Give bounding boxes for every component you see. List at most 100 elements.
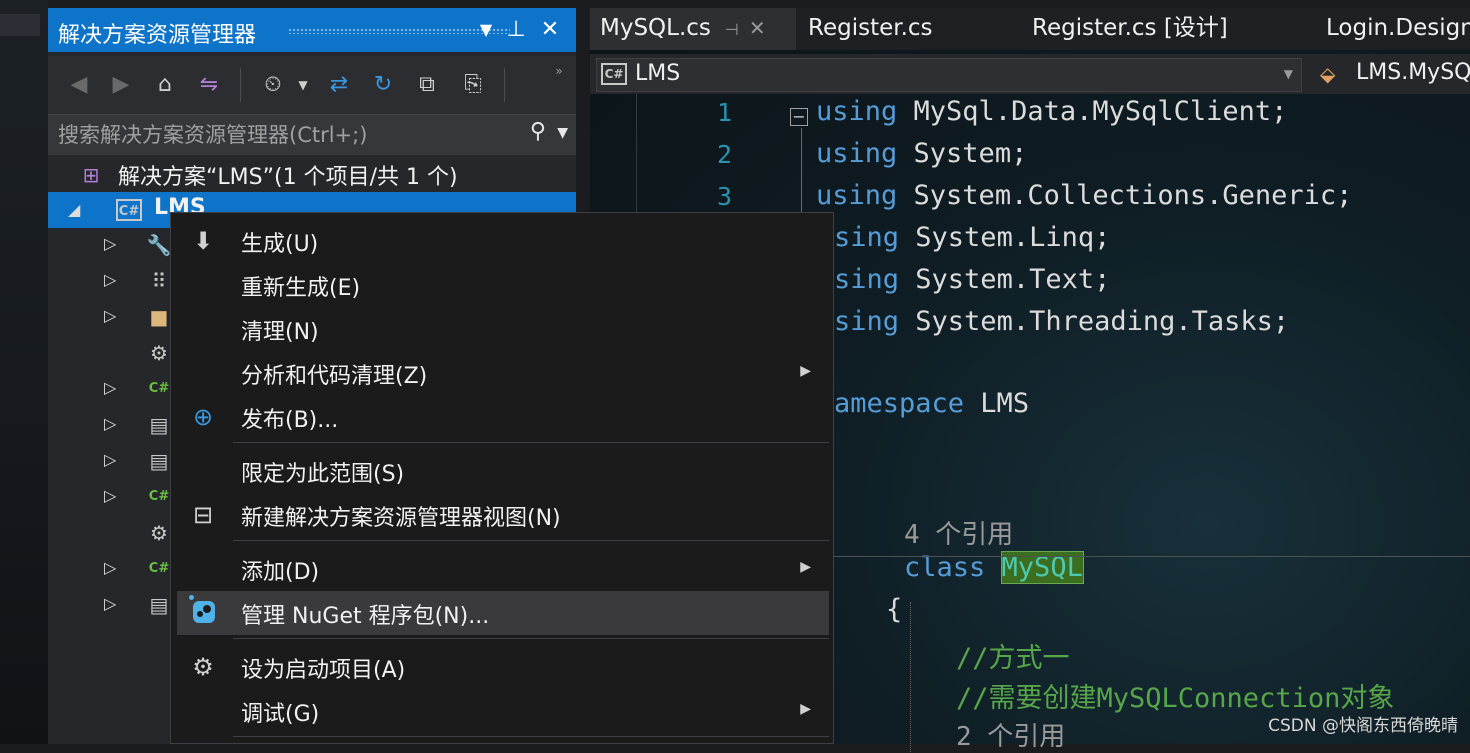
sync-icon[interactable]: ⇄ — [324, 70, 354, 100]
new-view-icon: ⊟ — [192, 501, 214, 529]
folder-icon: ■ — [149, 305, 169, 329]
search-icon[interactable]: ⚲ — [530, 119, 546, 144]
build-icon: ⬇ — [192, 227, 214, 255]
tab-label: Register.cs — [808, 15, 933, 41]
code-line: { — [886, 594, 903, 625]
code-line: sing System.Threading.Tasks; — [834, 306, 1290, 337]
tab-label: MySQL.cs — [600, 15, 711, 41]
chevron-down-icon[interactable]: ▼ — [288, 70, 318, 100]
csharp-project-icon: C# — [601, 63, 627, 85]
class-icon: ⬙ — [1320, 62, 1336, 86]
code-comment: //方式一 — [956, 643, 1070, 674]
submenu-arrow-icon: ▶ — [800, 559, 811, 575]
expand-arrow-icon[interactable]: ▷ — [104, 270, 116, 289]
method-separator — [834, 556, 1470, 557]
menu-item-analyze[interactable]: 分析和代码清理(Z) ▶ — [177, 351, 829, 395]
form-icon: ▤ — [149, 449, 169, 473]
globe-icon: ⊕ — [192, 403, 214, 431]
expand-arrow-icon[interactable]: ▷ — [104, 414, 116, 433]
tab-login-designer[interactable]: Login.Designer — [1326, 8, 1470, 50]
collapse-region-icon[interactable]: − — [790, 108, 808, 126]
tab-label: Login.Designer — [1326, 15, 1470, 41]
document-tabs: MySQL.cs ⊣ ✕ Register.cs Register.cs [设计] … — [590, 8, 1470, 50]
submenu-arrow-icon: ▶ — [800, 701, 811, 717]
menu-item-scope[interactable]: 限定为此范围(S) — [177, 449, 829, 493]
pin-icon[interactable]: ⊥ — [502, 15, 530, 45]
refresh-icon[interactable]: ↻ — [368, 70, 398, 100]
watermark: CSDN @快阁东西倚晚晴 — [1268, 716, 1458, 736]
chevron-down-icon: ▼ — [1283, 67, 1293, 81]
tab-register-design[interactable]: Register.cs [设计] — [1032, 8, 1228, 50]
project-dropdown[interactable]: C# LMS ▼ — [596, 58, 1302, 92]
code-line: sing System.Text; — [834, 264, 1111, 295]
menu-item-manage-nuget[interactable]: 管理 NuGet 程序包(N)... — [177, 591, 829, 635]
tab-register-cs[interactable]: Register.cs — [808, 8, 933, 50]
config-file-icon: ⚙ — [150, 521, 168, 545]
navigation-bar: C# LMS ▼ ⬙ LMS.MySQL — [590, 54, 1470, 94]
expand-arrow-icon[interactable]: ▷ — [104, 378, 116, 397]
line-number: 2 — [716, 140, 732, 169]
brace-guide — [910, 602, 911, 752]
home-icon[interactable]: ⌂ — [150, 70, 180, 100]
code-line: using System; — [816, 138, 1028, 169]
csharp-file-icon: C# — [148, 561, 170, 576]
expand-arrow-icon[interactable]: ▷ — [104, 234, 116, 253]
nuget-icon — [193, 601, 215, 623]
collapse-arrow-icon[interactable]: ◢ — [68, 200, 80, 219]
menu-item-debug[interactable]: 调试(G) ▶ — [177, 689, 829, 733]
menu-item-build[interactable]: ⬇ 生成(U) — [177, 219, 829, 263]
collapse-all-icon[interactable]: ⧉ — [412, 70, 442, 100]
expand-arrow-icon[interactable]: ▷ — [104, 486, 116, 505]
menu-separator — [233, 736, 829, 737]
project-context-menu: ⬇ 生成(U) 重新生成(E) 清理(N) 分析和代码清理(Z) ▶ ⊕ 发布(… — [170, 212, 834, 744]
close-tab-icon[interactable]: ✕ — [749, 16, 766, 40]
code-line: amespace LMS — [834, 388, 1030, 419]
solution-explorer-titlebar: 解决方案资源管理器 ▼ ⊥ ✕ — [48, 8, 576, 52]
config-file-icon: ⚙ — [150, 341, 168, 365]
pending-changes-filter-icon[interactable]: ⏲ — [258, 70, 288, 100]
form-icon: ▤ — [149, 593, 169, 617]
expand-arrow-icon[interactable]: ▷ — [104, 450, 116, 469]
menu-item-publish[interactable]: ⊕ 发布(B)... — [177, 395, 829, 439]
menu-separator — [233, 442, 829, 443]
references-icon: ⠿ — [151, 269, 167, 293]
search-options-dropdown-icon[interactable]: ▼ — [557, 125, 568, 141]
menu-item-rebuild[interactable]: 重新生成(E) — [177, 263, 829, 307]
menu-item-add[interactable]: 添加(D) ▶ — [177, 547, 829, 591]
panel-title: 解决方案资源管理器 — [58, 23, 257, 48]
window-position-dropdown-icon[interactable]: ▼ — [472, 15, 500, 45]
properties-icon: 🔧 — [146, 233, 172, 257]
code-lens-references[interactable]: 4 个引用 — [904, 514, 1013, 551]
search-input[interactable] — [56, 119, 500, 151]
menu-item-set-startup[interactable]: ⚙ 设为启动项目(A) — [177, 645, 829, 689]
tab-mysql-cs[interactable]: MySQL.cs ⊣ ✕ — [590, 8, 796, 50]
expand-arrow-icon[interactable]: ▷ — [104, 306, 116, 325]
pin-icon[interactable]: ⊣ — [725, 20, 739, 39]
overflow-icon[interactable]: » — [544, 56, 574, 86]
form-icon: ▤ — [149, 413, 169, 437]
switch-views-icon[interactable]: ⇋ — [194, 70, 224, 100]
code-line: sing System.Linq; — [834, 222, 1111, 253]
back-icon[interactable]: ◀ — [64, 70, 94, 100]
solution-icon: ⊞ — [82, 163, 100, 187]
menu-item-clean[interactable]: 清理(N) — [177, 307, 829, 351]
menu-separator — [233, 540, 829, 541]
expand-arrow-icon[interactable]: ▷ — [104, 594, 116, 613]
nuget-icon-dot — [189, 595, 194, 600]
menu-separator — [233, 638, 829, 639]
copy-icon[interactable]: ⎘ — [458, 70, 488, 100]
expand-arrow-icon[interactable]: ▷ — [104, 558, 116, 577]
submenu-arrow-icon: ▶ — [800, 363, 811, 379]
desktop-background — [0, 0, 48, 744]
toolbar-separator — [240, 68, 241, 102]
code-line: using MySql.Data.MySqlClient; — [816, 96, 1288, 127]
code-line: using System.Collections.Generic; — [816, 180, 1353, 211]
menu-item-new-view[interactable]: ⊟ 新建解决方案资源管理器视图(N) — [177, 493, 829, 537]
close-icon[interactable]: ✕ — [536, 15, 564, 45]
tree-item-solution[interactable]: ⊞ 解决方案“LMS”(1 个项目/共 1 个) — [48, 156, 576, 192]
csharp-file-icon: C# — [148, 381, 170, 396]
code-lens-references[interactable]: 2 个引用 — [956, 716, 1065, 753]
forward-icon[interactable]: ▶ — [106, 70, 136, 100]
class-dropdown[interactable]: ⬙ LMS.MySQL — [1318, 58, 1470, 90]
line-number: 1 — [716, 98, 732, 127]
